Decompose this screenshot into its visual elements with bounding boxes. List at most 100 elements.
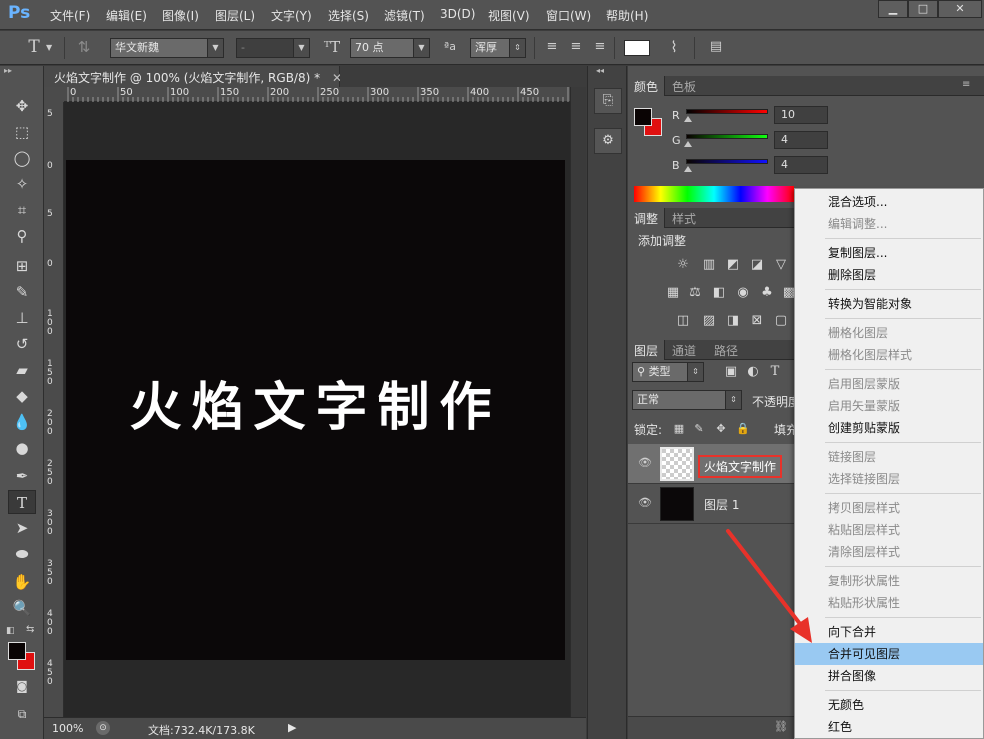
context-menu-item[interactable]: 删除图层 <box>795 264 983 286</box>
lasso-tool-icon[interactable]: ◯ <box>8 146 36 170</box>
context-menu-item[interactable]: 合并可见图层 <box>795 643 983 665</box>
filter-adjustment-icon[interactable]: ◐ <box>744 363 762 381</box>
history-panel-icon[interactable]: ⎘ <box>594 88 622 114</box>
link-layers-icon[interactable]: ⛓ <box>774 720 788 733</box>
lock-pixels-icon[interactable]: ✎ <box>690 420 708 438</box>
menu-window[interactable]: 窗口(W) <box>546 7 591 24</box>
tab-color[interactable]: 颜色 <box>628 76 666 96</box>
minimize-button[interactable]: ▁ <box>878 0 908 18</box>
magic-wand-tool-icon[interactable]: ✧ <box>8 172 36 196</box>
context-menu-item[interactable]: 向下合并 <box>795 621 983 643</box>
tab-swatches[interactable]: 色板 <box>666 76 702 96</box>
photo-filter-icon[interactable]: ◉ <box>734 284 752 302</box>
anti-alias-select[interactable]: 浑厚 ⇕ <box>470 38 526 58</box>
curves-icon[interactable]: ◩ <box>724 256 742 274</box>
context-menu-item[interactable]: 复制图层... <box>795 242 983 264</box>
posterize-icon[interactable]: ▨ <box>700 312 718 330</box>
character-panel-icon[interactable]: ▤ <box>706 37 726 57</box>
slider-handle-icon[interactable] <box>684 141 692 147</box>
align-right-icon[interactable]: ≡ <box>590 37 610 57</box>
channel-g-value[interactable]: 4 <box>774 131 828 149</box>
exposure-icon[interactable]: ◪ <box>748 256 766 274</box>
menu-3d[interactable]: 3D(D) <box>440 7 475 21</box>
eye-icon[interactable]: 👁 <box>638 496 652 510</box>
lock-position-icon[interactable]: ✥ <box>712 420 730 438</box>
clone-stamp-tool-icon[interactable]: ⊥ <box>8 306 36 330</box>
layer-name[interactable]: 火焰文字制作 <box>698 455 783 478</box>
tab-styles[interactable]: 样式 <box>666 208 702 228</box>
foreground-color-swatch[interactable] <box>8 642 26 660</box>
selective-color-icon[interactable]: ▢ <box>772 312 790 330</box>
menu-view[interactable]: 视图(V) <box>488 7 530 24</box>
channel-r-value[interactable]: 10 <box>774 106 828 124</box>
lock-all-icon[interactable]: 🔒 <box>734 420 752 438</box>
properties-panel-icon[interactable]: ⚙ <box>594 128 622 154</box>
channel-r-slider[interactable] <box>686 109 768 114</box>
maximize-button[interactable]: □ <box>908 0 938 18</box>
menu-type[interactable]: 文字(Y) <box>271 7 312 24</box>
layer-name[interactable]: 图层 1 <box>704 496 739 513</box>
filter-type-icon[interactable]: T <box>766 363 784 381</box>
menu-edit[interactable]: 编辑(E) <box>106 7 147 24</box>
channel-g-slider[interactable] <box>686 134 768 139</box>
menu-layer[interactable]: 图层(L) <box>215 7 255 24</box>
vertical-scrollbar[interactable] <box>570 87 586 717</box>
layer-filter-select[interactable]: ⚲ 类型 ⇕ <box>632 362 704 382</box>
context-menu-item[interactable]: 拼合图像 <box>795 665 983 687</box>
vibrance-icon[interactable]: ▽ <box>772 256 790 274</box>
color-balance-icon[interactable]: ⚖ <box>686 284 704 302</box>
zoom-level[interactable]: 100% <box>52 722 83 735</box>
path-selection-tool-icon[interactable]: ➤ <box>8 516 36 540</box>
marquee-tool-icon[interactable]: ⬚ <box>8 120 36 144</box>
type-tool-preset-icon[interactable]: T <box>24 37 44 57</box>
black-white-icon[interactable]: ◧ <box>710 284 728 302</box>
default-colors-icon[interactable]: ◧ <box>6 626 15 636</box>
blend-mode-select[interactable]: 正常 ⇕ <box>632 390 742 410</box>
eye-icon[interactable]: 👁 <box>638 456 652 470</box>
threshold-icon[interactable]: ◨ <box>724 312 742 330</box>
document-tab[interactable]: 火焰文字制作 @ 100% (火焰文字制作, RGB/8) * ✕ <box>44 66 342 87</box>
collapse-icon[interactable]: ▸▸ <box>4 66 40 76</box>
font-family-select[interactable]: 华文新魏 ▼ <box>110 38 224 58</box>
filter-pixel-icon[interactable]: ▣ <box>722 363 740 381</box>
status-menu-icon[interactable]: ⊙ <box>96 721 110 735</box>
type-tool-icon[interactable]: T <box>8 490 36 514</box>
menu-select[interactable]: 选择(S) <box>328 7 369 24</box>
slider-handle-icon[interactable] <box>684 116 692 122</box>
invert-icon[interactable]: ◫ <box>674 312 692 330</box>
menu-image[interactable]: 图像(I) <box>162 7 199 24</box>
text-color-swatch[interactable] <box>624 40 650 56</box>
tab-channels[interactable]: 通道 <box>666 340 702 360</box>
pen-tool-icon[interactable]: ✒ <box>8 464 36 488</box>
swap-colors-icon[interactable]: ⇆ <box>26 624 34 635</box>
tab-paths[interactable]: 路径 <box>708 340 744 360</box>
healing-brush-tool-icon[interactable]: ⊞ <box>8 254 36 278</box>
channel-b-value[interactable]: 4 <box>774 156 828 174</box>
ellipse-tool-icon[interactable]: ⬬ <box>8 542 36 566</box>
collapse-icon[interactable]: ◂◂ <box>596 66 604 75</box>
warp-text-icon[interactable]: ⌇ <box>664 37 684 57</box>
blur-tool-icon[interactable]: 💧 <box>8 410 36 434</box>
screen-mode-icon[interactable]: ⧉ <box>8 702 36 726</box>
align-center-icon[interactable]: ≡ <box>566 37 586 57</box>
context-menu-item[interactable]: 红色 <box>795 716 983 738</box>
gradient-map-icon[interactable]: ⊠ <box>748 312 766 330</box>
channel-b-slider[interactable] <box>686 159 768 164</box>
font-size-select[interactable]: 70 点 ▼ <box>350 38 430 58</box>
levels-icon[interactable]: ▥ <box>700 256 718 274</box>
panel-menu-icon[interactable]: ≡ <box>962 79 970 90</box>
zoom-tool-icon[interactable]: 🔍 <box>8 596 36 620</box>
eyedropper-tool-icon[interactable]: ⚲ <box>8 224 36 248</box>
tab-adjustments[interactable]: 调整 <box>628 208 666 228</box>
context-menu-item[interactable]: 转换为智能对象 <box>795 293 983 315</box>
crop-tool-icon[interactable]: ⌗ <box>8 198 36 222</box>
paint-bucket-tool-icon[interactable]: ◆ <box>8 384 36 408</box>
slider-handle-icon[interactable] <box>684 166 692 172</box>
preset-dropdown-icon[interactable]: ▼ <box>46 43 52 52</box>
context-menu-item[interactable]: 混合选项... <box>795 191 983 213</box>
status-arrow-icon[interactable]: ▶ <box>288 721 296 734</box>
brush-tool-icon[interactable]: ✎ <box>8 280 36 304</box>
color-fg-swatch[interactable] <box>634 108 652 126</box>
font-style-select[interactable]: - ▼ <box>236 38 310 58</box>
quick-mask-icon[interactable]: ◙ <box>8 674 36 698</box>
